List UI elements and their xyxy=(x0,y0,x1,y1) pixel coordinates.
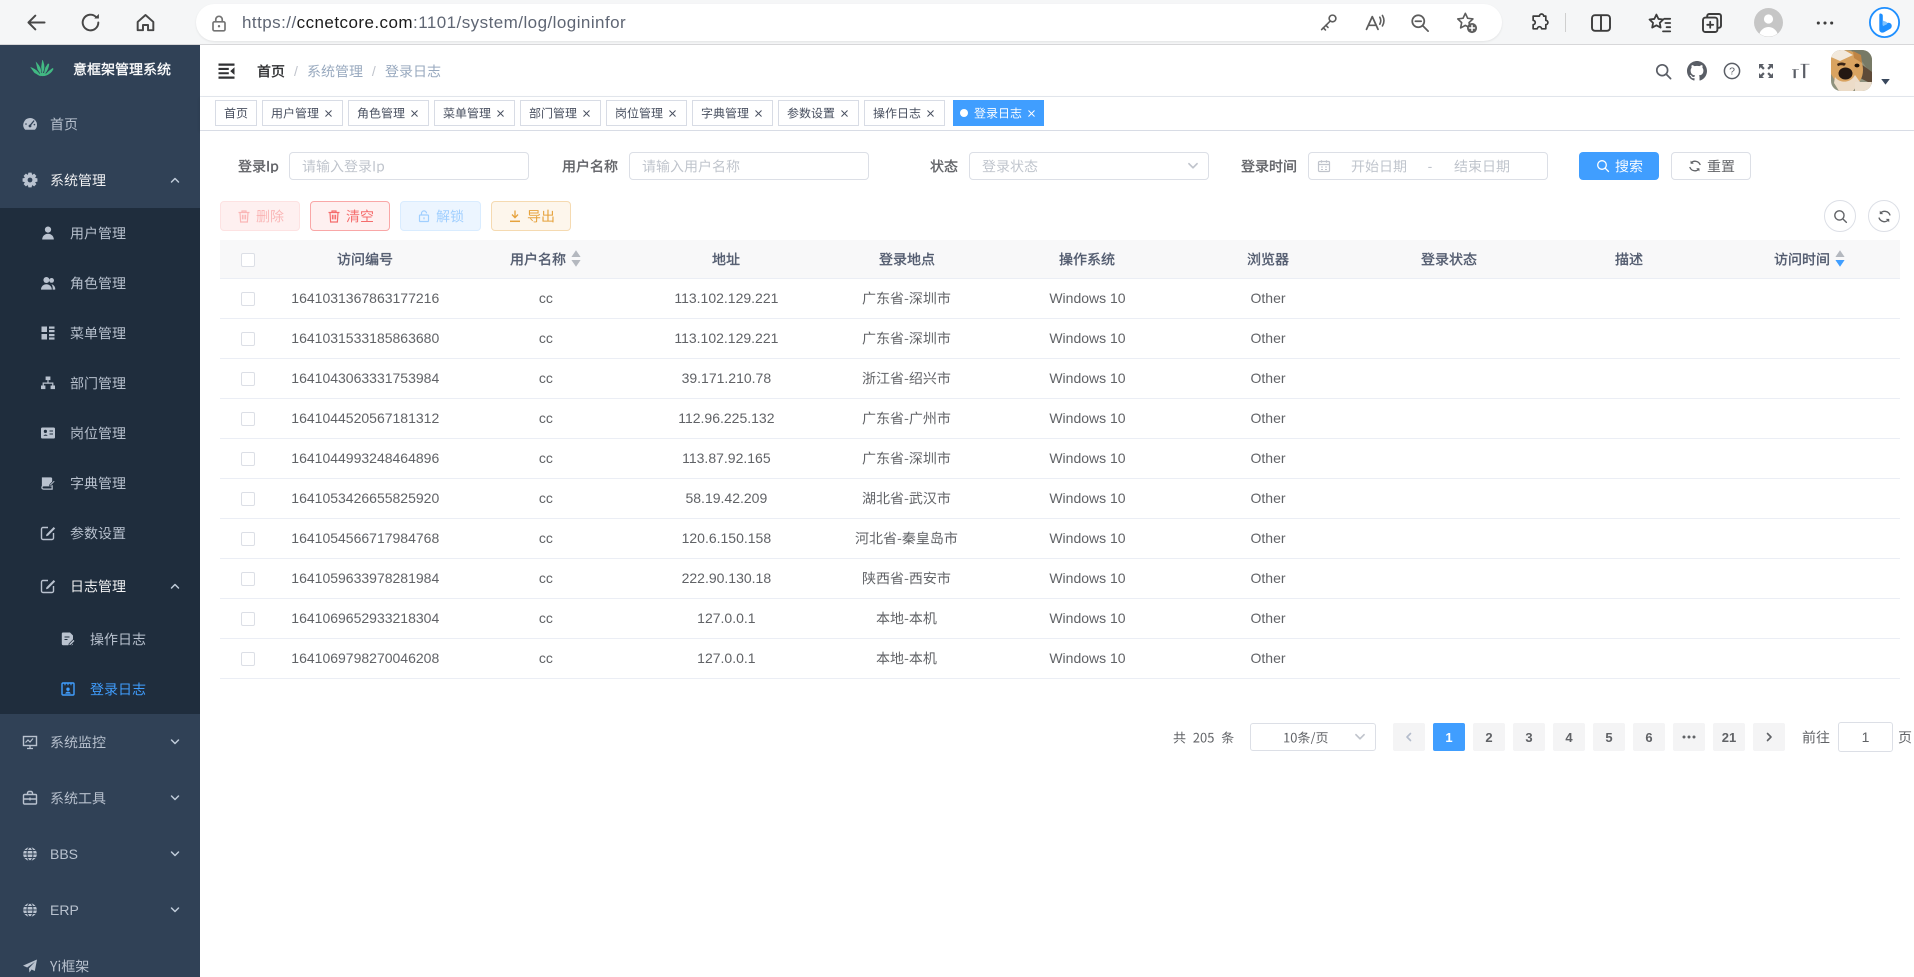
svg-text:?: ? xyxy=(1729,66,1735,78)
